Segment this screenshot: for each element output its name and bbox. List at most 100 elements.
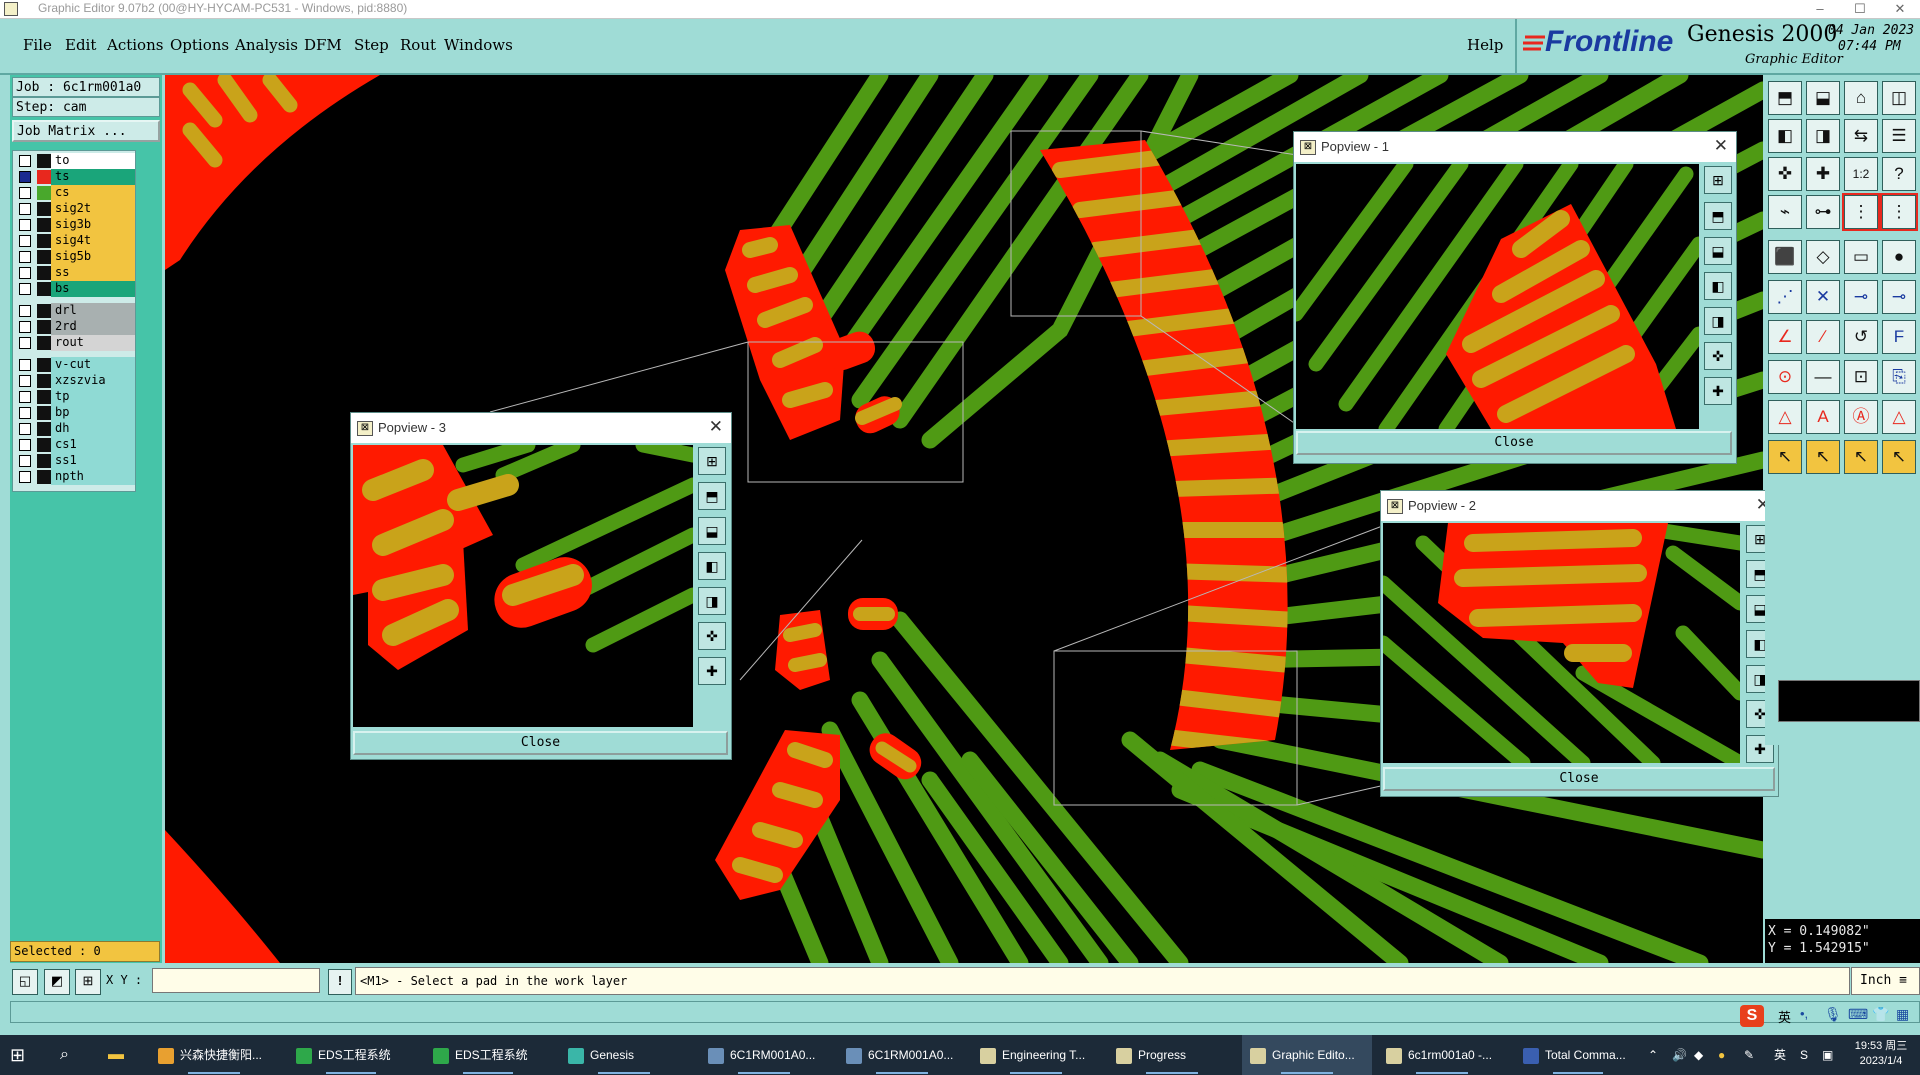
layer-row-sig4t[interactable]: sig4t xyxy=(13,233,135,249)
layer-name[interactable]: xzszvia xyxy=(51,373,135,389)
layer-row-to[interactable]: to xyxy=(13,153,135,169)
layer-name[interactable]: sig5b xyxy=(51,249,135,265)
layer-name[interactable]: bp xyxy=(51,405,135,421)
layer-checkbox[interactable] xyxy=(19,219,31,231)
volume-icon[interactable]: 🔊 xyxy=(1672,1035,1687,1075)
layer-row-2rd[interactable]: 2rd xyxy=(13,319,135,335)
layer-checkbox[interactable] xyxy=(19,391,31,403)
pan-left-icon[interactable]: ◧ xyxy=(1704,272,1732,300)
slash-icon[interactable]: ∕ xyxy=(1806,320,1840,354)
net-alt-icon[interactable]: ⋮ xyxy=(1880,193,1918,231)
layer-name[interactable]: rout xyxy=(51,335,135,351)
pan-down-icon[interactable]: ⬓ xyxy=(1704,237,1732,265)
triangle-icon[interactable]: △ xyxy=(1768,400,1802,434)
help-icon[interactable]: ? xyxy=(1882,157,1916,191)
menu-rout[interactable]: Rout xyxy=(400,36,436,54)
popview-3-close-icon[interactable]: ✕ xyxy=(709,417,723,437)
menu-edit[interactable]: Edit xyxy=(65,36,96,54)
layer-checkbox[interactable] xyxy=(19,155,31,167)
layer-name[interactable]: sig3b xyxy=(51,217,135,233)
norton-icon[interactable]: ● xyxy=(1718,1035,1725,1075)
layer-checkbox[interactable] xyxy=(19,423,31,435)
dropbox-icon[interactable]: ◆ xyxy=(1694,1035,1703,1075)
layer-checkbox[interactable] xyxy=(19,267,31,279)
close-window-button[interactable]: ✕ xyxy=(1880,0,1920,19)
layer-checkbox[interactable] xyxy=(19,359,31,371)
cursor-icon[interactable]: ⌁ xyxy=(1768,195,1802,229)
layer-name[interactable]: bs xyxy=(51,281,135,297)
ime-language[interactable]: 英 xyxy=(1778,1007,1791,1026)
pan-down-icon[interactable]: ⬓ xyxy=(698,517,726,545)
layer-checkbox[interactable] xyxy=(19,439,31,451)
layer-name[interactable]: ts xyxy=(51,169,135,185)
punctuation-icon[interactable]: •, xyxy=(1800,1006,1808,1021)
angle-icon[interactable]: ∠ xyxy=(1768,320,1802,354)
alert-icon[interactable]: ! xyxy=(328,969,352,995)
command-line[interactable] xyxy=(10,1001,1920,1023)
line-node-alt-icon[interactable]: ⊸ xyxy=(1882,280,1916,314)
tray-chevron-icon[interactable]: ⌃ xyxy=(1648,1035,1658,1075)
ratio-icon[interactable]: 1:2 xyxy=(1844,157,1878,191)
text-icon[interactable]: F xyxy=(1882,320,1916,354)
ruler-icon[interactable]: ▭ xyxy=(1844,240,1878,274)
maximize-button[interactable]: ☐ xyxy=(1840,0,1880,19)
menu-file[interactable]: File xyxy=(23,36,52,54)
connect-icon[interactable]: ⊶ xyxy=(1806,195,1840,229)
zoom-fit-icon[interactable]: ⊞ xyxy=(1704,166,1732,194)
layer-checkbox[interactable] xyxy=(19,407,31,419)
menu-windows[interactable]: Windows xyxy=(444,36,513,54)
minimize-button[interactable]: – xyxy=(1800,0,1840,19)
net-icon[interactable]: ⋮ xyxy=(1842,193,1880,231)
layer-row-sig5b[interactable]: sig5b xyxy=(13,249,135,265)
layer-name[interactable]: sig4t xyxy=(51,233,135,249)
layer-name[interactable]: dh xyxy=(51,421,135,437)
popview-2-viewport[interactable] xyxy=(1383,523,1740,763)
popview-2-header[interactable]: ⊠ Popview - 2 ✕ xyxy=(1381,491,1778,521)
menu-options[interactable]: Options xyxy=(170,36,229,54)
layer-name[interactable]: cs1 xyxy=(51,437,135,453)
unit-selector[interactable]: Inch ≡ xyxy=(1851,967,1920,995)
hook-icon[interactable]: ↺ xyxy=(1844,320,1878,354)
layer-checkbox[interactable] xyxy=(19,321,31,333)
layer-row-bp[interactable]: bp xyxy=(13,405,135,421)
pan-right-icon[interactable]: ◨ xyxy=(1704,307,1732,335)
measure-icon[interactable]: ◩ xyxy=(44,969,70,995)
zoom-in-icon[interactable]: ✜ xyxy=(698,622,726,650)
xy-input[interactable] xyxy=(152,968,320,993)
popview-1[interactable]: ⊠ Popview - 1 ✕ ⊞ ⬒ ⬓ ◧ ◨ ✜ ✚ Close xyxy=(1293,131,1737,464)
nodes-icon[interactable]: ⋰ xyxy=(1768,280,1802,314)
layer-row-sig3b[interactable]: sig3b xyxy=(13,217,135,233)
layer-checkbox[interactable] xyxy=(19,251,31,263)
popview-3-header[interactable]: ⊠ Popview - 3 ✕ xyxy=(351,413,731,443)
frame-icon[interactable]: ⊡ xyxy=(1844,360,1878,394)
toolbox-icon[interactable]: ▦ xyxy=(1896,1006,1909,1023)
grid-icon[interactable]: ⊞ xyxy=(75,969,101,995)
pen-icon[interactable]: ✎ xyxy=(1744,1035,1754,1075)
popview-2[interactable]: ⊠ Popview - 2 ✕ ⊞ ⬒ ⬓ ◧ ◨ ✜ ✚ Close xyxy=(1380,490,1779,797)
layer-checkbox[interactable] xyxy=(19,283,31,295)
zoom-out-icon[interactable]: ✚ xyxy=(1704,377,1732,405)
layer-checkbox[interactable] xyxy=(19,171,31,183)
file-explorer-icon[interactable]: ▬ xyxy=(108,1035,134,1075)
menu-help[interactable]: Help xyxy=(1467,36,1503,54)
layer-name[interactable]: sig2t xyxy=(51,201,135,217)
menu-step[interactable]: Step xyxy=(354,36,389,54)
taskbar-app-6[interactable]: Engineering T... xyxy=(972,1035,1100,1075)
keyboard-icon[interactable]: ⌨ xyxy=(1848,1006,1868,1023)
microphone-icon[interactable]: 🎙 xyxy=(1824,1006,1842,1023)
layer-row-v-cut[interactable]: v-cut xyxy=(13,357,135,373)
list-icon[interactable]: ☰ xyxy=(1882,119,1916,153)
pan-right-icon[interactable]: ◨ xyxy=(698,587,726,615)
layer-row-npth[interactable]: npth xyxy=(13,469,135,485)
tray-language[interactable]: 英 xyxy=(1774,1035,1786,1075)
pan-left-icon[interactable]: ◧ xyxy=(698,552,726,580)
layer-up-icon[interactable]: ⬒ xyxy=(1768,81,1802,115)
taskbar-app-0[interactable]: 兴森快捷衡阳... xyxy=(150,1035,278,1075)
popview-1-header[interactable]: ⊠ Popview - 1 ✕ xyxy=(1294,132,1736,162)
triangle-b-icon[interactable]: Ⓐ xyxy=(1844,400,1878,434)
layer-name[interactable]: ss1 xyxy=(51,453,135,469)
search-icon[interactable]: ⌕ xyxy=(60,1035,86,1075)
taskbar-app-2[interactable]: EDS工程系统 xyxy=(425,1035,550,1075)
pan-up-icon[interactable]: ⬒ xyxy=(1704,202,1732,230)
copy-icon[interactable]: ⎘ xyxy=(1882,360,1916,394)
